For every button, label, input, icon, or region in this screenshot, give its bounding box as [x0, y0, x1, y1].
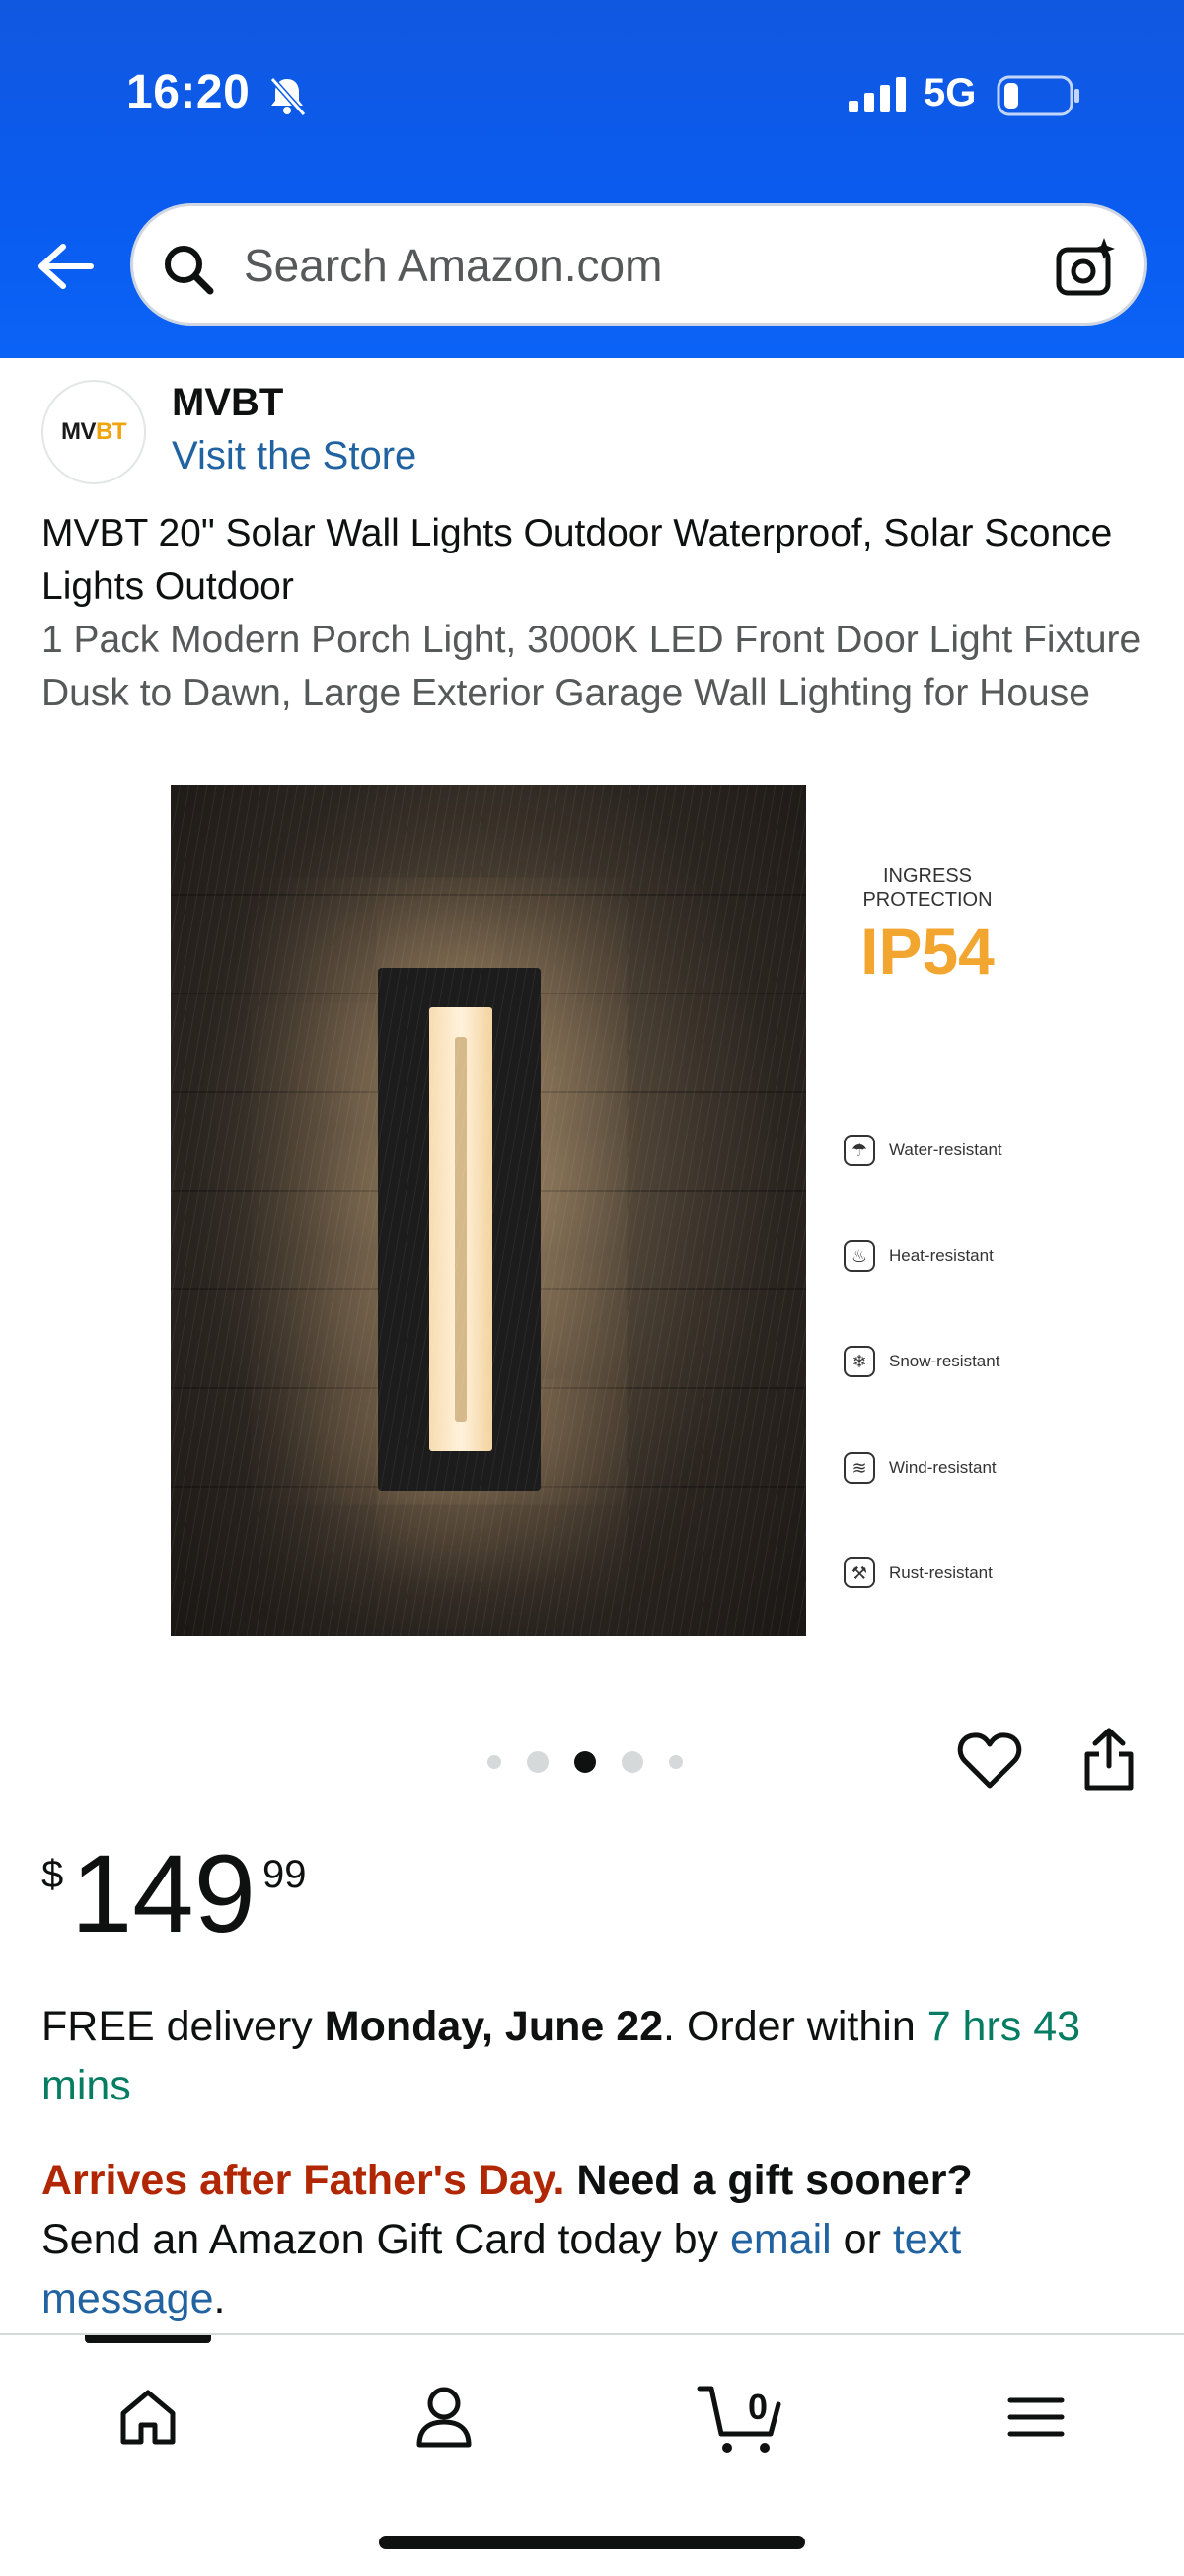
- heat-icon: ♨: [844, 1240, 875, 1272]
- bell-off-icon: [264, 73, 310, 123]
- product-image[interactable]: [171, 785, 806, 1636]
- carousel-dot-active[interactable]: [574, 1751, 596, 1773]
- search-bar[interactable]: [130, 203, 1147, 326]
- feature-wind: ≋ Wind-resistant: [844, 1450, 997, 1486]
- feature-rust: ⚒ Rust-resistant: [844, 1555, 993, 1590]
- ip-heading: INGRESS PROTECTION: [862, 865, 993, 911]
- camera-icon[interactable]: [1055, 236, 1118, 304]
- snowflake-icon: ❄: [844, 1346, 875, 1377]
- ip-rating: IP54: [860, 915, 995, 988]
- arrival-warning: Arrives after Father's Day.: [41, 2157, 565, 2204]
- feature-heat: ♨ Heat-resistant: [844, 1238, 994, 1274]
- account-icon: [415, 2386, 473, 2454]
- header: 16:20 5G: [0, 0, 1184, 358]
- price-whole: 149: [71, 1832, 256, 1955]
- visit-store-link[interactable]: Visit the Store: [172, 434, 416, 478]
- feature-water: ☂ Water-resistant: [844, 1133, 1002, 1168]
- product-title: MVBT 20" Solar Wall Lights Outdoor Water…: [41, 507, 1147, 720]
- product-title-main: MVBT 20" Solar Wall Lights Outdoor Water…: [41, 512, 1113, 608]
- search-icon: [161, 242, 216, 302]
- nav-active-indicator: [85, 2335, 211, 2343]
- signal-icon: [849, 77, 908, 117]
- brand-logo[interactable]: MVBT: [41, 380, 146, 484]
- email-link[interactable]: email: [730, 2216, 832, 2263]
- price-fraction: 99: [262, 1853, 307, 1896]
- carousel-dot[interactable]: [622, 1751, 643, 1773]
- wind-icon: ≋: [844, 1452, 875, 1484]
- home-indicator[interactable]: [379, 2536, 805, 2549]
- rain-effect: [171, 785, 806, 1636]
- carousel-dot[interactable]: [527, 1751, 549, 1773]
- cart-count: 0: [747, 2387, 769, 2427]
- rust-icon: ⚒: [844, 1557, 875, 1588]
- share-icon[interactable]: [1081, 1727, 1137, 1797]
- nav-cart[interactable]: 0: [681, 2375, 799, 2464]
- home-icon: [117, 2388, 179, 2452]
- heart-icon[interactable]: [957, 1730, 1022, 1795]
- status-time: 16:20: [126, 66, 251, 118]
- menu-icon: [1006, 2394, 1066, 2445]
- umbrella-icon: ☂: [844, 1135, 875, 1166]
- back-arrow-icon[interactable]: [36, 242, 95, 296]
- network-label: 5G: [924, 71, 977, 114]
- delivery-info: FREE delivery Monday, June 22. Order wit…: [41, 2003, 1081, 2109]
- cart-icon: 0: [696, 2383, 784, 2456]
- delivery-date: Monday, June 22: [324, 2003, 664, 2050]
- nav-menu[interactable]: [977, 2375, 1095, 2464]
- search-input[interactable]: [242, 234, 996, 297]
- carousel-dot[interactable]: [487, 1755, 501, 1769]
- gift-notice: Arrives after Father's Day. Need a gift …: [41, 2157, 973, 2322]
- battery-icon: [997, 75, 1081, 121]
- nav-account[interactable]: [385, 2375, 503, 2464]
- brand-name: MVBT: [172, 381, 284, 424]
- product-title-sub: 1 Pack Modern Porch Light, 3000K LED Fro…: [41, 619, 1142, 714]
- carousel-dots[interactable]: [487, 1750, 708, 1774]
- brand-logo-text: MVBT: [61, 418, 127, 445]
- price-symbol: $: [41, 1853, 64, 1896]
- feature-snow: ❄ Snow-resistant: [844, 1344, 999, 1379]
- nav-home[interactable]: [89, 2375, 207, 2464]
- carousel-dot[interactable]: [669, 1755, 683, 1769]
